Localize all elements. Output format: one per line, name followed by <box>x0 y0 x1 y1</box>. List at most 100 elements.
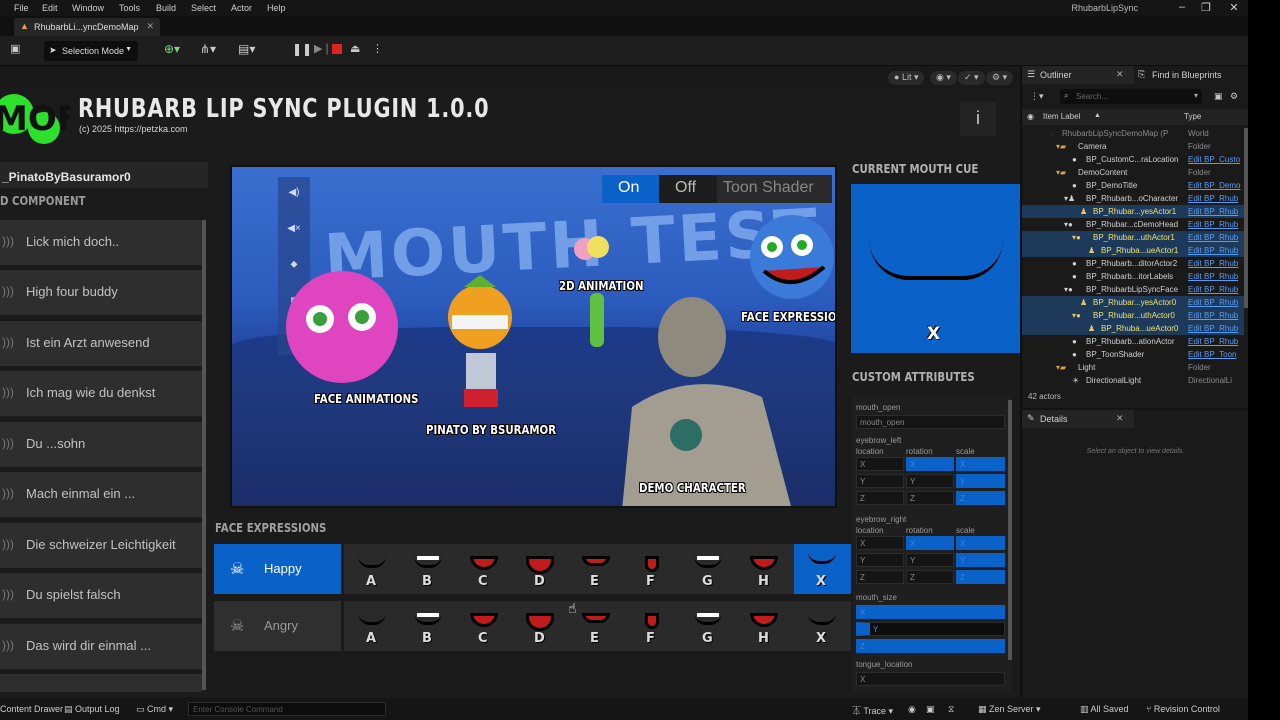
settings-icon[interactable]: ⚙ <box>1230 91 1238 102</box>
cue-button-g[interactable]: G <box>688 605 728 649</box>
outliner-search-input[interactable]: ⌕ Search... ▾ <box>1060 89 1202 104</box>
close-icon[interactable]: ✕ <box>1224 1 1244 14</box>
cue-button-f[interactable]: F <box>632 605 672 649</box>
tab-details[interactable]: ✎ Details ✕ <box>1022 410 1134 428</box>
cue-button-g[interactable]: G <box>688 548 728 592</box>
cinematics-icon[interactable]: ▤▾ <box>238 42 255 60</box>
tree-row-actor[interactable]: ▾● BP_RhubarbLipSyncFace Edit BP_Rhub <box>1022 283 1244 296</box>
cue-button-e[interactable]: E <box>576 548 616 592</box>
screenshot-icon[interactable]: ▣ <box>926 704 935 715</box>
tree-row-actor[interactable]: ● BP_CustomC...raLocation Edit BP_Custo <box>1022 153 1244 166</box>
mouth-size-y[interactable]: Y <box>856 622 1005 636</box>
cue-button-e[interactable]: E <box>576 605 616 649</box>
tab-close-icon[interactable]: ✕ <box>146 21 154 32</box>
info-button[interactable]: i <box>960 102 996 136</box>
cmd-dropdown[interactable]: ▭ Cmd ▾ <box>136 704 173 715</box>
cue-button-d[interactable]: D <box>520 548 560 592</box>
tree-row-actor[interactable]: ● BP_ToonShader Edit BP_Toon <box>1022 348 1244 361</box>
expression-angry-button[interactable]: ☠ Angry <box>214 601 341 651</box>
selection-mode-dropdown[interactable]: ➤ Selection Mode ▼ <box>44 41 138 61</box>
demo-scene[interactable]: MOUTH TEST ◀) ◀× ⬥ ◙ ↶ On Off Toon Shade… <box>230 165 837 508</box>
cue-button-x[interactable]: X <box>802 605 842 649</box>
cue-button-c[interactable]: C <box>464 605 504 649</box>
tree-row-actor[interactable]: ♟ BP_Rhuba...ueActor0 Edit BP_Rhub <box>1022 322 1244 335</box>
cue-button-d[interactable]: D <box>520 605 560 649</box>
menu-tools[interactable]: Tools <box>119 3 140 13</box>
tab-find-in-blueprints[interactable]: ⎘ Find in Blueprints <box>1134 66 1249 84</box>
tree-row-actor[interactable]: ▾● BP_Rhubar...uthActor0 Edit BP_Rhub <box>1022 309 1244 322</box>
lit-mode-button[interactable]: ● Lit ▾ <box>888 71 925 85</box>
menu-window[interactable]: Window <box>72 3 104 13</box>
phrase-button[interactable]: ))) Die schweizer Leichtigkeit <box>0 523 202 568</box>
phrase-button[interactable]: ))) Ich mag wie du denkst <box>0 371 202 416</box>
cue-button-b[interactable]: B <box>408 548 448 592</box>
cue-button-f[interactable]: F <box>632 548 672 592</box>
tree-row-folder[interactable]: ▾▰ Camera Folder <box>1022 140 1244 153</box>
eyebrow-left-scale-z[interactable]: Z <box>956 491 1005 505</box>
eyebrow-right-rot-x[interactable]: X <box>906 536 954 550</box>
menu-build[interactable]: Build <box>156 3 176 13</box>
content-drawer-button[interactable]: Content Drawer <box>0 704 63 714</box>
eyebrow-left-rot-z[interactable]: Z <box>906 491 954 505</box>
phrase-button[interactable]: ))) Du spielst falsch <box>0 573 202 618</box>
tree-row-actor[interactable]: ☀ DirectionalLight DirectionalLi <box>1022 374 1244 387</box>
transform-icon[interactable]: ✓ ▾ <box>958 71 985 85</box>
tree-row-folder[interactable]: ▾▰ Light Folder <box>1022 361 1244 374</box>
phrase-button[interactable]: ))) Ist ein Arzt anwesend <box>0 321 202 366</box>
tree-row-actor[interactable]: ● BP_Rhubarb...ationActor Edit BP_Rhub <box>1022 335 1244 348</box>
phrase-button[interactable]: ))) Du ...sohn <box>0 422 202 467</box>
mouth-size-x[interactable]: X <box>856 605 1005 619</box>
save-icon[interactable]: ▣ <box>10 42 20 60</box>
mouth-open-field[interactable]: mouth_open <box>856 415 1005 429</box>
eyebrow-left-loc-z[interactable]: Z <box>856 491 904 505</box>
menu-edit[interactable]: Edit <box>42 3 58 13</box>
blueprint-icon[interactable]: ⋔▾ <box>200 42 216 60</box>
restore-icon[interactable]: ❐ <box>1196 1 1216 14</box>
add-folder-icon[interactable]: ▣ <box>1214 91 1223 102</box>
more-icon[interactable]: ⋮ <box>372 42 383 60</box>
eyebrow-right-loc-y[interactable]: Y <box>856 553 904 567</box>
eyebrow-right-rot-y[interactable]: Y <box>906 553 954 567</box>
phrase-button[interactable]: ))) High four buddy <box>0 270 202 315</box>
menu-select[interactable]: Select <box>191 3 216 13</box>
phrase-button[interactable]: ))) Das wird dir einmal ... <box>0 624 202 669</box>
show-icon[interactable]: ◉ ▾ <box>930 71 957 85</box>
stop-icon[interactable] <box>332 44 342 54</box>
phrase-button[interactable]: ))) Mach einmal ein ... <box>0 472 202 517</box>
eyebrow-right-rot-z[interactable]: Z <box>906 570 954 584</box>
tab-close-icon[interactable]: ✕ <box>1116 69 1124 80</box>
eyebrow-left-rot-y[interactable]: Y <box>906 474 954 488</box>
cue-button-x-selected[interactable]: X <box>794 544 851 594</box>
col-type[interactable]: Type <box>1184 112 1201 121</box>
trace-dropdown[interactable]: ⏄ Trace ▾ <box>852 704 893 717</box>
tree-row-actor[interactable]: ● BP_Rhubarb...ditorActor2 Edit BP_Rhub <box>1022 257 1244 270</box>
tree-row-actor[interactable]: ▾● BP_Rhubar...cDemoHead Edit BP_Rhub <box>1022 218 1244 231</box>
tree-row-actor[interactable]: ● BP_Rhubarb...itorLabels Edit BP_Rhub <box>1022 270 1244 283</box>
level-viewport[interactable]: ● Lit ▾ ◉ ▾ ✓ ▾ ⚙ ▾ MOFX RHUBARB LIP SYN… <box>0 66 1020 698</box>
eyebrow-right-loc-x[interactable]: X <box>856 536 904 550</box>
mouth-size-z[interactable]: Z <box>856 639 1005 653</box>
map-tab[interactable]: ▲ RhubarbLi...yncDemoMap ✕ <box>14 18 160 36</box>
tongue-location-x[interactable]: X <box>856 672 1005 686</box>
phrase-button[interactable]: ))) Lick mich doch.. <box>0 220 202 265</box>
eyebrow-right-scale-y[interactable]: Y <box>956 553 1005 567</box>
cue-button-c[interactable]: C <box>464 548 504 592</box>
cue-button-b[interactable]: B <box>408 605 448 649</box>
eyebrow-right-scale-z[interactable]: Z <box>956 570 1005 584</box>
tree-row-world[interactable]: ◌ RhubarbLipSyncDemoMap (P World <box>1022 127 1244 140</box>
settings-icon[interactable]: ⚙ ▾ <box>986 71 1014 85</box>
cue-button-h[interactable]: H <box>744 605 784 649</box>
phrase-scrollbar[interactable] <box>202 220 206 690</box>
attributes-scrollbar[interactable] <box>1008 400 1012 660</box>
hourglass-icon[interactable]: ⧖ <box>948 704 954 715</box>
tree-row-actor[interactable]: ● BP_DemoTitle Edit BP_Demo <box>1022 179 1244 192</box>
zen-server-dropdown[interactable]: ▦ Zen Server ▾ <box>978 704 1041 715</box>
record-icon[interactable]: ◉ <box>908 704 916 715</box>
menu-file[interactable]: File <box>14 3 29 13</box>
all-saved-button[interactable]: ▥ All Saved <box>1080 704 1129 715</box>
eyebrow-right-loc-z[interactable]: Z <box>856 570 904 584</box>
eyebrow-left-loc-x[interactable]: X <box>856 457 904 471</box>
tree-row-actor[interactable]: ♟ BP_Rhubar...yesActor1 Edit BP_Rhub <box>1022 205 1244 218</box>
cue-button-h[interactable]: H <box>744 548 784 592</box>
minimize-icon[interactable]: – <box>1172 1 1192 13</box>
